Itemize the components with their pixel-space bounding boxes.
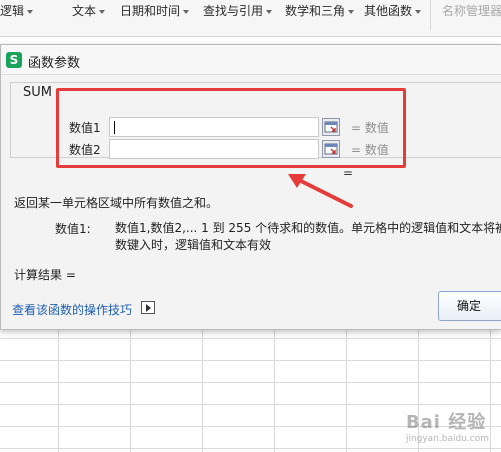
red-highlight-box: [56, 88, 406, 168]
calculation-result: 计算结果 =: [14, 268, 76, 282]
chevron-down-icon: [348, 9, 355, 14]
function-name: SUM: [23, 85, 52, 100]
ribbon-menu-math[interactable]: 数学和三角: [285, 3, 355, 19]
chevron-down-icon: [99, 9, 106, 14]
watermark: Bai 经验 jingyan.baidu.com: [405, 412, 489, 444]
arg-description-label: 数值1:: [55, 222, 91, 236]
chevron-down-icon: [415, 9, 422, 14]
red-arrow-annotation: [288, 174, 353, 208]
ok-button[interactable]: 确定: [438, 291, 501, 321]
video-play-icon[interactable]: [141, 301, 155, 314]
function-arguments-dialog: S 函数参数 SUM 数值1 = 数值 数值2 = 数值 = 返回某一单元格区域…: [0, 44, 501, 330]
arg-description: 数值1,数值2,... 1 到 255 个待求和的数值。单元格中的逻辑值和文本将…: [115, 221, 501, 252]
ribbon-toolbar: 逻辑 文本 日期和时间 查找与引用 数学和三角 其他函数 名称管理器: [0, 0, 501, 37]
dialog-titlebar[interactable]: S 函数参数: [1, 45, 501, 75]
ribbon-menu-datetime[interactable]: 日期和时间: [120, 3, 190, 19]
chevron-down-icon: [27, 9, 34, 14]
chevron-down-icon: [183, 9, 190, 14]
dialog-title: 函数参数: [28, 56, 81, 71]
ribbon-menu-lookup[interactable]: 查找与引用: [203, 3, 273, 19]
ribbon-menu-other[interactable]: 其他函数: [364, 3, 422, 19]
ribbon-menu-logic[interactable]: 逻辑: [0, 3, 34, 19]
ribbon-name-manager[interactable]: 名称管理器: [442, 3, 501, 19]
chevron-down-icon: [266, 9, 273, 14]
ribbon-divider: [430, 0, 431, 30]
function-description: 返回某一单元格区域中所有数值之和。: [14, 196, 219, 210]
wps-logo-icon: S: [6, 52, 22, 68]
function-tips-link[interactable]: 查看该函数的操作技巧: [12, 301, 132, 318]
ribbon-menu-text[interactable]: 文本: [72, 3, 106, 19]
